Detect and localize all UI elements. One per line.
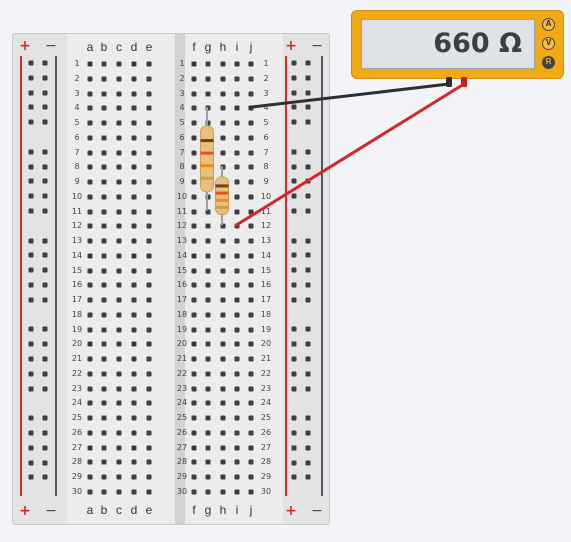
- resistor-2-band-2: [215, 191, 229, 195]
- resistor-1-body: [200, 125, 214, 193]
- resistor-2-band-4: [215, 205, 229, 209]
- black-probe-wire: [248, 82, 451, 109]
- resistor-2-band-3: [215, 198, 229, 202]
- components-layer: [200, 77, 467, 227]
- resistor-2-band-1: [215, 184, 229, 188]
- resistor-1-band-1: [200, 139, 214, 143]
- resistor-1-band-3: [200, 164, 214, 168]
- resistor-2-body: [215, 176, 229, 216]
- resistor-1-band-4: [200, 176, 214, 180]
- resistor-1-band-2: [200, 151, 214, 155]
